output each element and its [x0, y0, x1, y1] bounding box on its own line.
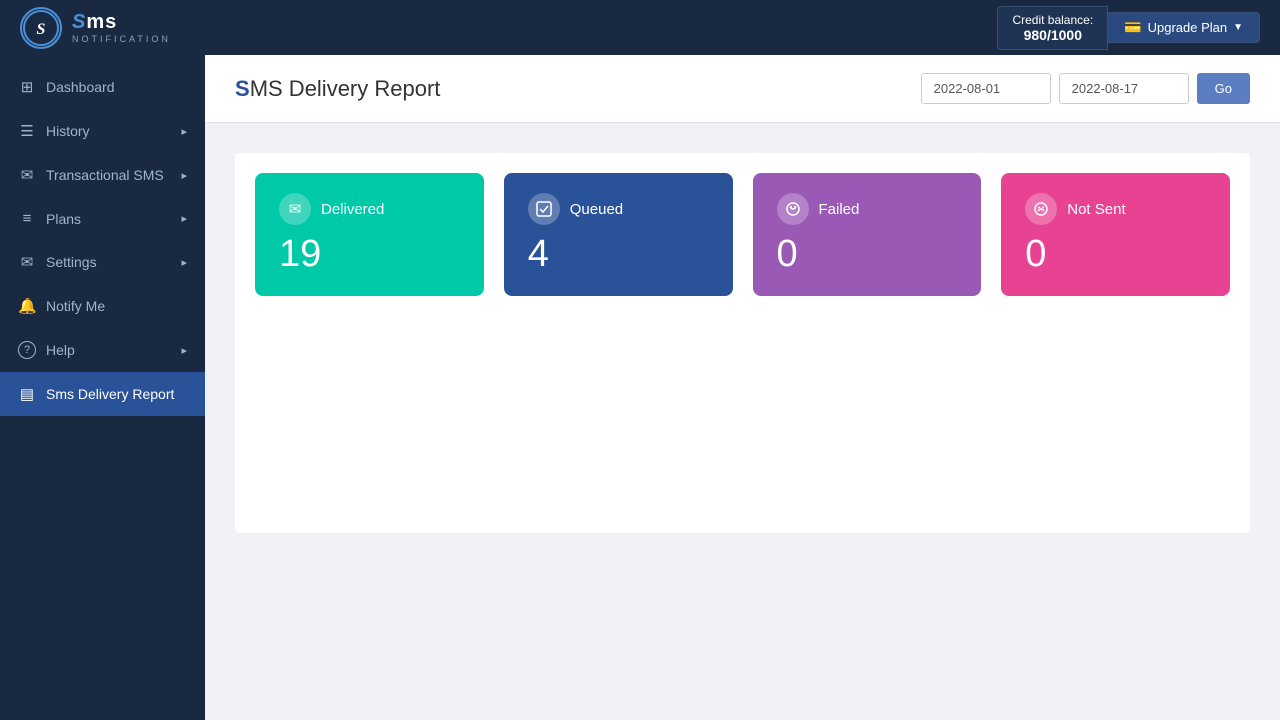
- failed-value: 0: [777, 233, 958, 276]
- delivered-value: 19: [279, 233, 460, 276]
- date-from-input[interactable]: [921, 73, 1051, 104]
- main-layout: ⊞ Dashboard ☰ History ▸ ✉ Transactional …: [0, 55, 1280, 720]
- top-bar: S Sms NOTIFICATION Credit balance: 980/1…: [0, 0, 1280, 55]
- chevron-down-icon: ▼: [1233, 22, 1243, 33]
- sidebar-item-label: Notify Me: [46, 298, 105, 314]
- delivered-card-header: ✉ Delivered: [279, 193, 460, 225]
- help-icon: ?: [18, 341, 36, 359]
- plans-icon: ≡: [18, 210, 36, 227]
- svg-text:S: S: [37, 21, 46, 38]
- sidebar-item-label: Settings: [46, 254, 97, 270]
- sidebar-item-label: Transactional SMS: [46, 167, 164, 183]
- sidebar-item-transactional-sms[interactable]: ✉ Transactional SMS ▸: [0, 153, 205, 197]
- logo-sub-text: NOTIFICATION: [72, 34, 171, 44]
- logo-text: Sms NOTIFICATION: [72, 11, 171, 44]
- failed-card-header: Failed: [777, 193, 958, 225]
- sms-delivery-report-icon: ▤: [18, 385, 36, 403]
- delivered-icon: ✉: [279, 193, 311, 225]
- settings-icon: ✉: [18, 253, 36, 271]
- failed-icon: [777, 193, 809, 225]
- queued-card: Queued 4: [504, 173, 733, 296]
- not-sent-icon: [1025, 193, 1057, 225]
- queued-label: Queued: [570, 201, 623, 218]
- queued-card-header: Queued: [528, 193, 709, 225]
- queued-icon: [528, 193, 560, 225]
- sidebar-item-dashboard[interactable]: ⊞ Dashboard: [0, 65, 205, 109]
- date-to-input[interactable]: [1059, 73, 1189, 104]
- logo-area: S Sms NOTIFICATION: [20, 7, 171, 49]
- sidebar-item-history[interactable]: ☰ History ▸: [0, 109, 205, 153]
- sidebar-item-sms-delivery-report[interactable]: ▤ Sms Delivery Report: [0, 372, 205, 416]
- not-sent-label: Not Sent: [1067, 201, 1125, 218]
- not-sent-card: Not Sent 0: [1001, 173, 1230, 296]
- chevron-right-icon: ▸: [181, 256, 187, 269]
- stats-cards-row: ✉ Delivered 19: [255, 173, 1230, 296]
- main-content: ✉ Delivered 19: [205, 123, 1280, 720]
- content-area: SMS Delivery Report Go ✉ Delivered: [205, 55, 1280, 720]
- upgrade-plan-button[interactable]: 💳 Upgrade Plan ▼: [1108, 12, 1260, 43]
- top-right-actions: Credit balance: 980/1000 💳 Upgrade Plan …: [997, 6, 1260, 50]
- upgrade-icon: 💳: [1124, 19, 1141, 36]
- credit-balance-display: Credit balance: 980/1000: [997, 6, 1108, 50]
- go-button[interactable]: Go: [1197, 73, 1250, 104]
- sidebar-item-help[interactable]: ? Help ▸: [0, 328, 205, 372]
- chevron-right-icon: ▸: [181, 212, 187, 225]
- queued-value: 4: [528, 233, 709, 276]
- chevron-right-icon: ▸: [181, 169, 187, 182]
- logo-main-text: Sms: [72, 11, 171, 34]
- failed-label: Failed: [819, 201, 860, 218]
- sidebar-item-settings[interactable]: ✉ Settings ▸: [0, 240, 205, 284]
- sidebar: ⊞ Dashboard ☰ History ▸ ✉ Transactional …: [0, 55, 205, 720]
- sidebar-item-label: Help: [46, 342, 75, 358]
- not-sent-card-header: Not Sent: [1025, 193, 1206, 225]
- delivered-label: Delivered: [321, 201, 384, 218]
- date-filter: Go: [921, 73, 1250, 104]
- sidebar-item-label: Plans: [46, 211, 81, 227]
- not-sent-value: 0: [1025, 233, 1206, 276]
- sidebar-item-label: History: [46, 123, 90, 139]
- sidebar-item-plans[interactable]: ≡ Plans ▸: [0, 197, 205, 240]
- page-title: SMS Delivery Report: [235, 76, 440, 102]
- credit-amount: 980/1000: [1012, 27, 1093, 43]
- chevron-right-icon: ▸: [181, 344, 187, 357]
- history-icon: ☰: [18, 122, 36, 140]
- stats-panel: ✉ Delivered 19: [235, 153, 1250, 533]
- page-header: SMS Delivery Report Go: [205, 55, 1280, 123]
- transactional-sms-icon: ✉: [18, 166, 36, 184]
- chevron-right-icon: ▸: [181, 125, 187, 138]
- sidebar-item-label: Dashboard: [46, 79, 115, 95]
- credit-label: Credit balance:: [1012, 13, 1093, 27]
- delivered-card: ✉ Delivered 19: [255, 173, 484, 296]
- failed-card: Failed 0: [753, 173, 982, 296]
- logo-circle: S: [20, 7, 62, 49]
- notify-me-icon: 🔔: [18, 297, 36, 315]
- dashboard-icon: ⊞: [18, 78, 36, 96]
- sidebar-item-notify-me[interactable]: 🔔 Notify Me: [0, 284, 205, 328]
- sidebar-item-label: Sms Delivery Report: [46, 386, 174, 402]
